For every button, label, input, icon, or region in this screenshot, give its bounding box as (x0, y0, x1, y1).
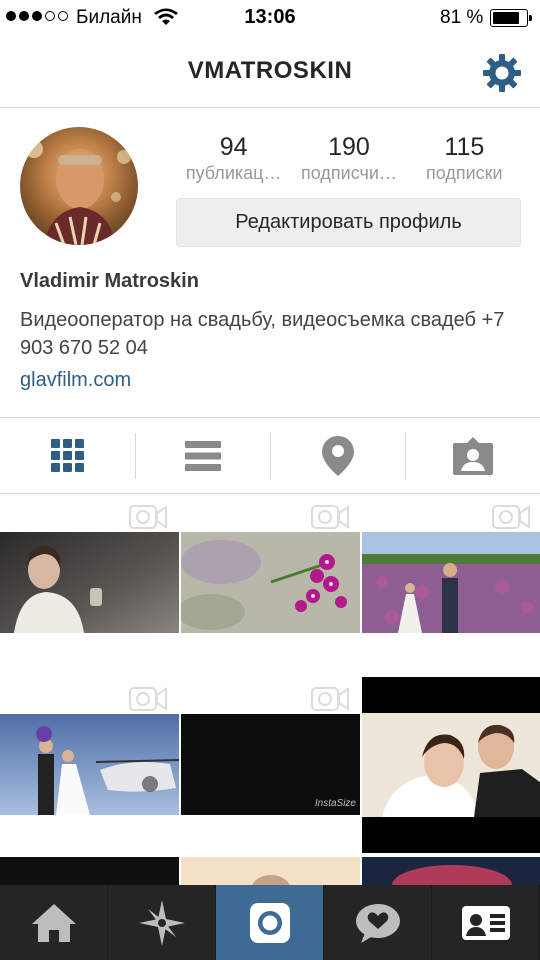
tab-list[interactable] (135, 418, 270, 493)
gear-icon[interactable] (481, 52, 523, 94)
tagged-photos-icon (452, 436, 493, 475)
grid-item-video[interactable] (362, 495, 540, 633)
battery-icon (490, 9, 532, 27)
video-thumbnail (0, 714, 179, 815)
grid-item-video[interactable] (0, 677, 179, 815)
photo-thumbnail (362, 713, 540, 817)
avatar[interactable] (20, 127, 138, 245)
activity-heart-bubble-icon (355, 903, 400, 943)
photo-grid: InstaSize (0, 495, 540, 885)
watermark-text: InstaSize (314, 798, 356, 809)
video-thumbnail: InstaSize (181, 714, 360, 815)
nav-activity[interactable] (324, 885, 432, 960)
battery-percent: 81 % (440, 7, 484, 28)
posts-label: публикац… (185, 163, 282, 183)
status-bar: Билайн 13:06 81 % (0, 0, 540, 36)
profile-stats: 94 публикац… 190 подписчи… 115 подписки (176, 132, 522, 184)
nav-camera[interactable] (216, 885, 324, 960)
followers-count: 190 (328, 133, 370, 161)
profile-bio: Видеооператор на свадьбу, видеосъемка св… (20, 309, 505, 359)
video-camera-icon (492, 505, 530, 529)
tab-tagged[interactable] (405, 418, 540, 493)
followers-label: подписчи… (301, 163, 397, 183)
home-icon (31, 903, 76, 942)
grid-item-video[interactable] (181, 495, 360, 633)
grid-item-photo[interactable] (0, 857, 179, 885)
grid-item-video[interactable]: InstaSize (181, 677, 360, 815)
map-pin-icon (321, 435, 354, 476)
explore-star-icon (138, 899, 185, 946)
following-label: подписки (426, 163, 503, 183)
list-view-icon (184, 440, 221, 471)
profile-card-icon (461, 905, 510, 940)
nav-profile[interactable] (432, 885, 540, 960)
video-camera-icon (311, 505, 349, 529)
camera-icon (249, 902, 290, 943)
posts-count: 94 (219, 133, 248, 161)
profile-header: VMATROSKIN (0, 36, 540, 108)
video-thumbnail (362, 532, 540, 633)
profile-view-tabs (0, 417, 540, 494)
stat-followers[interactable]: 190 подписчи… (291, 132, 406, 184)
grid-view-icon (50, 438, 84, 472)
profile-name: Vladimir Matroskin (20, 270, 199, 292)
tab-grid[interactable] (0, 418, 135, 493)
stat-following[interactable]: 115 подписки (407, 132, 522, 184)
video-camera-icon (311, 687, 349, 711)
video-thumbnail (0, 532, 179, 633)
following-count: 115 (444, 133, 485, 161)
bottom-navigation (0, 885, 540, 960)
video-camera-icon (129, 505, 167, 529)
edit-profile-button[interactable]: Редактировать профиль (176, 198, 521, 247)
grid-item-video[interactable] (0, 495, 179, 633)
video-camera-icon (129, 687, 167, 711)
grid-item-photo[interactable] (362, 857, 540, 885)
stat-posts[interactable]: 94 публикац… (176, 132, 291, 184)
grid-item-photo[interactable] (181, 857, 360, 885)
nav-explore[interactable] (108, 885, 216, 960)
nav-home[interactable] (0, 885, 108, 960)
grid-item-photo[interactable] (362, 677, 540, 853)
username-title: VMATROSKIN (187, 57, 353, 84)
profile-website-link[interactable]: glavfilm.com (20, 369, 131, 392)
tab-map[interactable] (270, 418, 405, 493)
video-thumbnail (181, 532, 360, 633)
